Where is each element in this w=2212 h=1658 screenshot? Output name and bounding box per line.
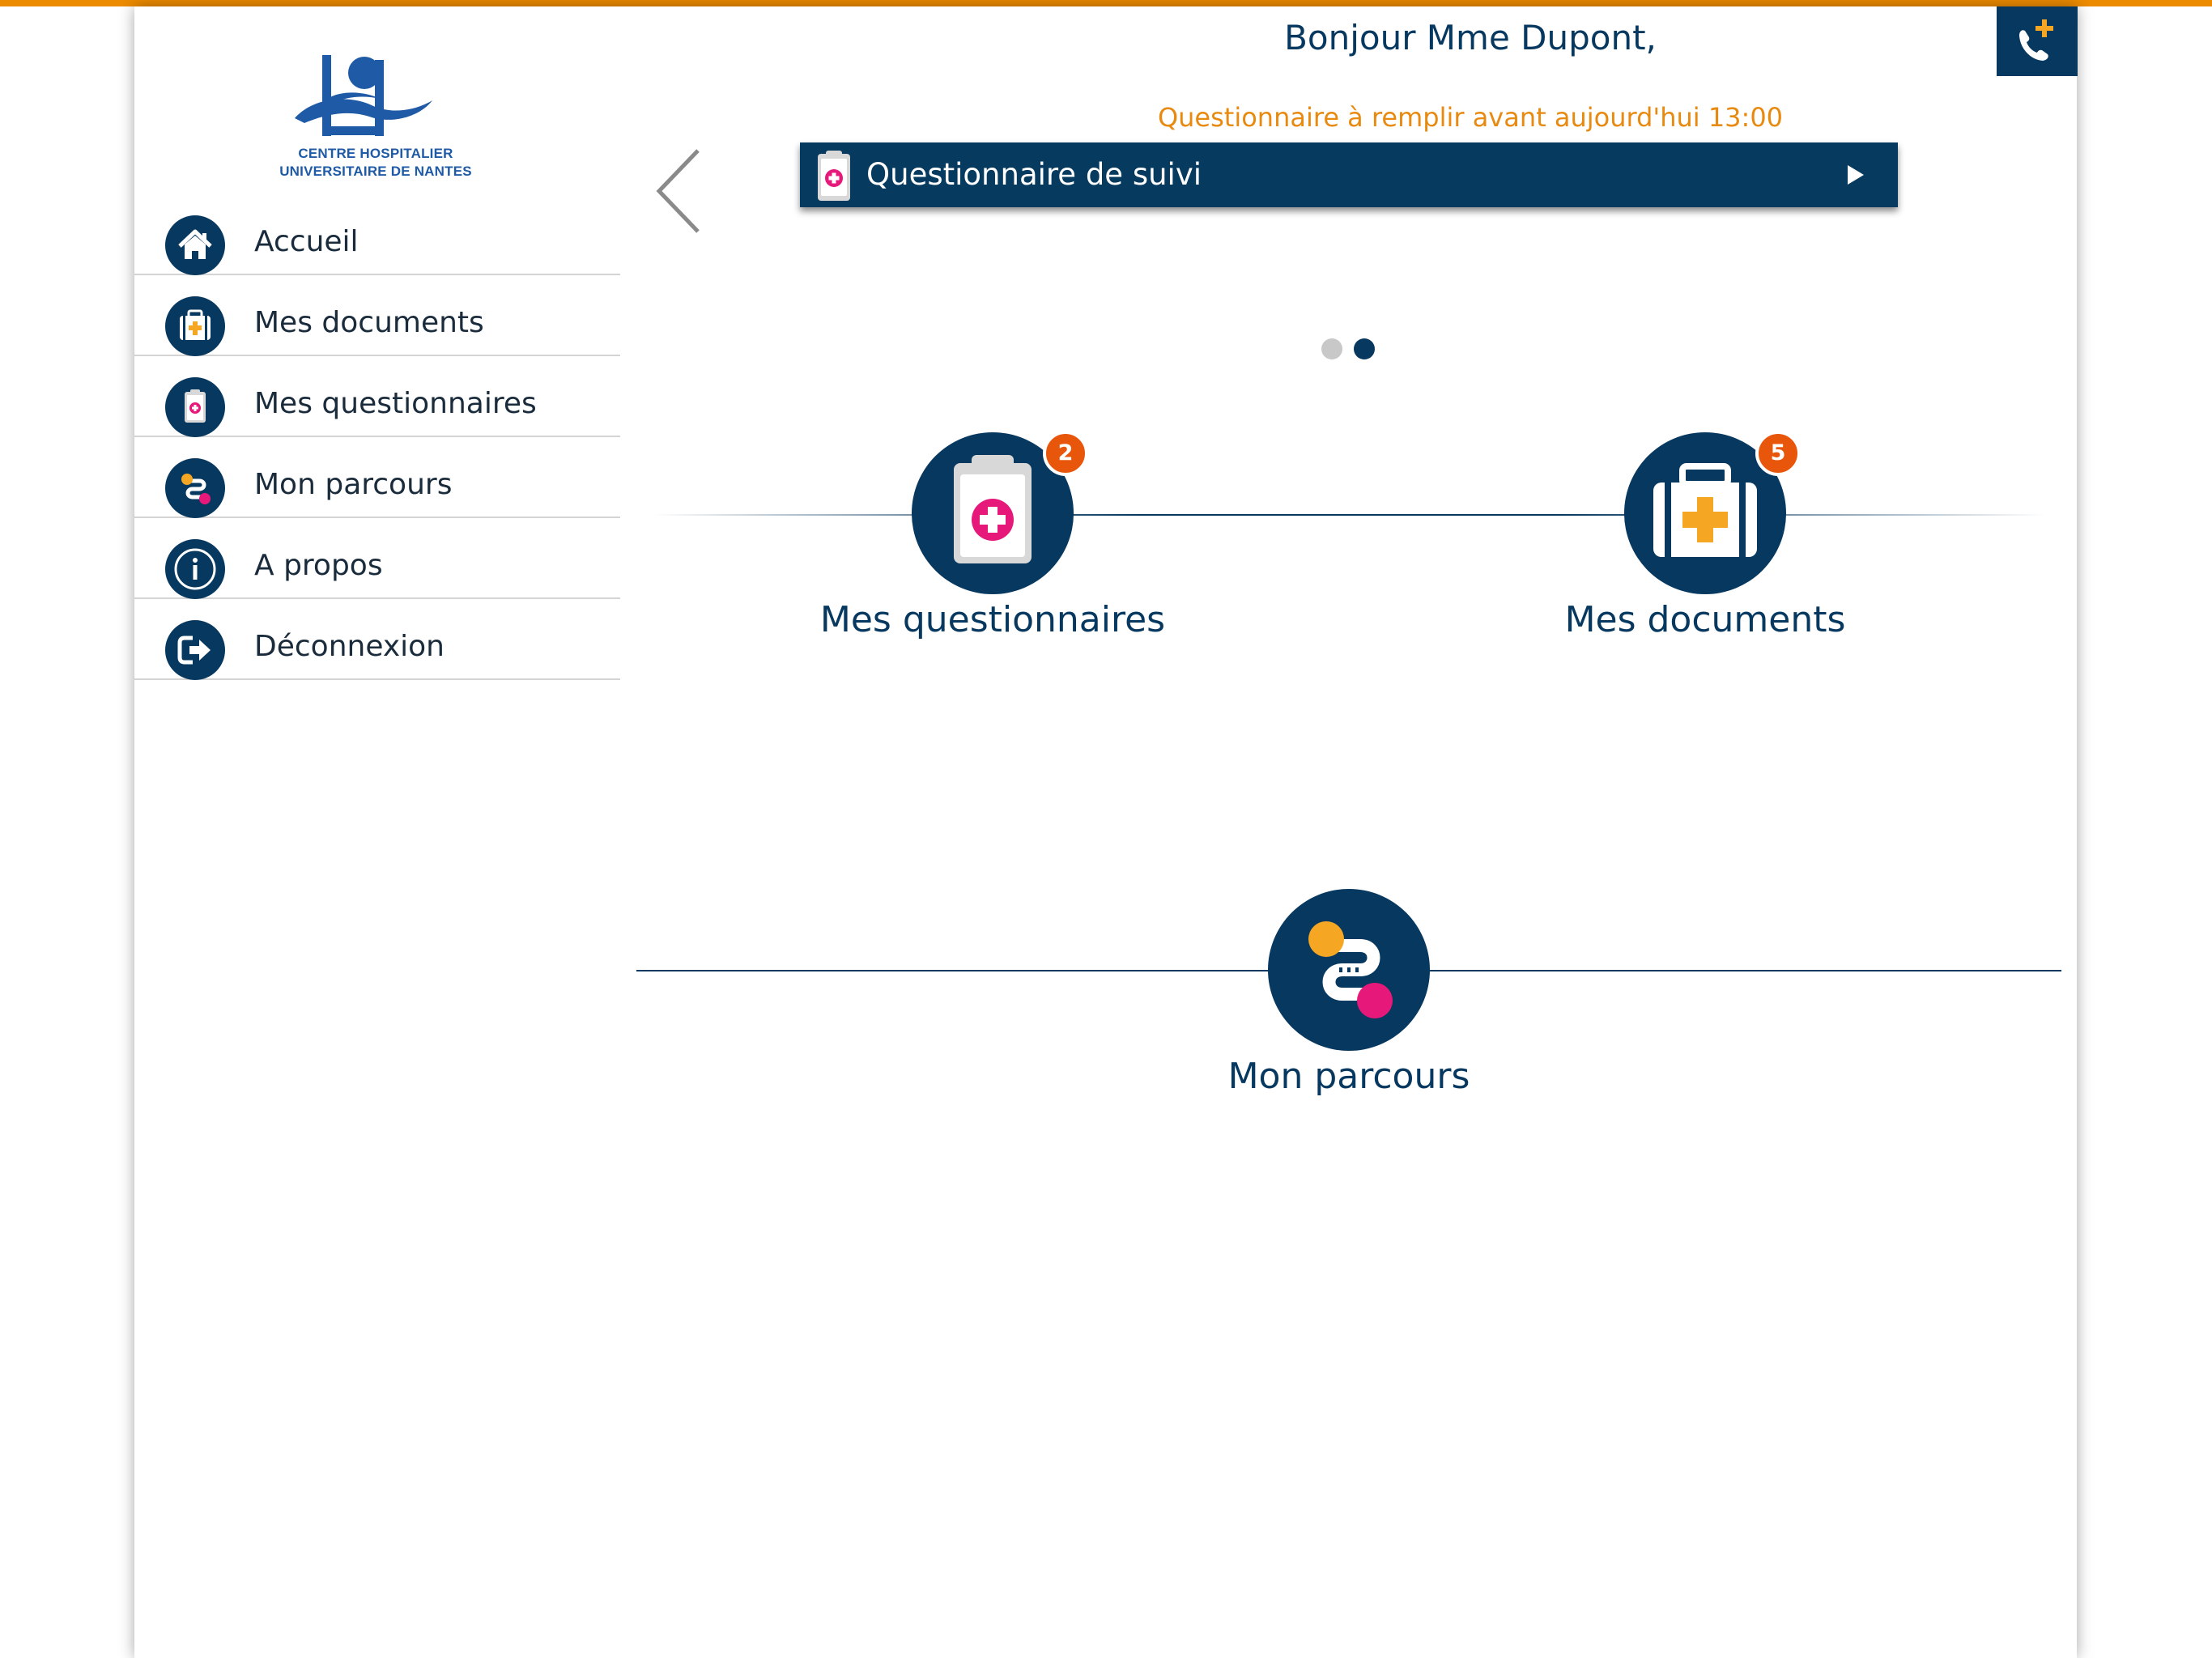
sidebar: CENTRE HOSPITALIER UNIVERSITAIRE DE NANT… — [134, 6, 620, 1658]
survey-banner-title: Questionnaire de suivi — [866, 157, 1202, 192]
sidebar-item-a-propos[interactable]: A propos — [134, 517, 620, 599]
phone-plus-icon — [2019, 19, 2053, 61]
logout-icon — [165, 620, 225, 680]
chevron-left-icon — [656, 149, 700, 233]
carousel-previous-button[interactable] — [653, 144, 717, 241]
hospital-logo: CENTRE HOSPITALIER UNIVERSITAIRE DE NANT… — [279, 42, 473, 185]
survey-banner[interactable]: Questionnaire de suivi — [800, 142, 1898, 207]
tile-parcours[interactable]: Mon parcours — [1106, 884, 1592, 1111]
greeting-title: Bonjour Mme Dupont, — [1284, 18, 1657, 57]
tile-documents[interactable]: 5 Mes documents — [1462, 427, 1948, 654]
tile-label: Mes documents — [1564, 599, 1846, 640]
sidebar-item-label: Mes questionnaires — [254, 387, 537, 420]
path-icon — [1268, 889, 1430, 1051]
sidebar-item-questionnaires[interactable]: Mes questionnaires — [134, 355, 620, 437]
logo-text-line2: UNIVERSITAIRE DE NANTES — [279, 164, 472, 179]
sidebar-item-parcours[interactable]: Mon parcours — [134, 436, 620, 518]
tile-label: Mes questionnaires — [819, 599, 1166, 640]
path-icon — [165, 458, 225, 518]
sidebar-item-deconnexion[interactable]: Déconnexion — [134, 597, 620, 680]
logo-text-line1: CENTRE HOSPITALIER — [298, 146, 453, 161]
logo-emblem — [295, 55, 432, 136]
sidebar-item-documents[interactable]: Mes documents — [134, 274, 620, 356]
info-icon — [165, 539, 225, 599]
sidebar-item-label: A propos — [254, 549, 383, 582]
carousel-dot-2[interactable] — [1354, 338, 1375, 359]
carousel-dot-1[interactable] — [1321, 338, 1342, 359]
medical-case-icon — [165, 296, 225, 356]
sidebar-item-label: Mon parcours — [254, 468, 453, 501]
emergency-call-button[interactable] — [1997, 6, 2078, 76]
sidebar-item-label: Déconnexion — [254, 630, 445, 663]
clipboard-icon — [818, 151, 850, 201]
notification-badge: 5 — [1755, 431, 1801, 476]
questionnaire-deadline: Questionnaire à remplir avant aujourd'hu… — [1157, 102, 1784, 133]
tile-questionnaires[interactable]: 2 Mes questionnaires — [750, 427, 1236, 654]
clipboard-icon — [165, 377, 225, 437]
play-icon — [1848, 165, 1864, 185]
home-icon — [165, 215, 225, 275]
app-panel: CENTRE HOSPITALIER UNIVERSITAIRE DE NANT… — [134, 6, 2078, 1658]
sidebar-item-label: Accueil — [254, 225, 359, 258]
top-accent-bar — [0, 0, 2212, 6]
notification-badge: 2 — [1043, 431, 1088, 476]
sidebar-item-accueil[interactable]: Accueil — [134, 193, 620, 275]
tile-label: Mon parcours — [1227, 1056, 1470, 1097]
sidebar-item-label: Mes documents — [254, 306, 484, 339]
